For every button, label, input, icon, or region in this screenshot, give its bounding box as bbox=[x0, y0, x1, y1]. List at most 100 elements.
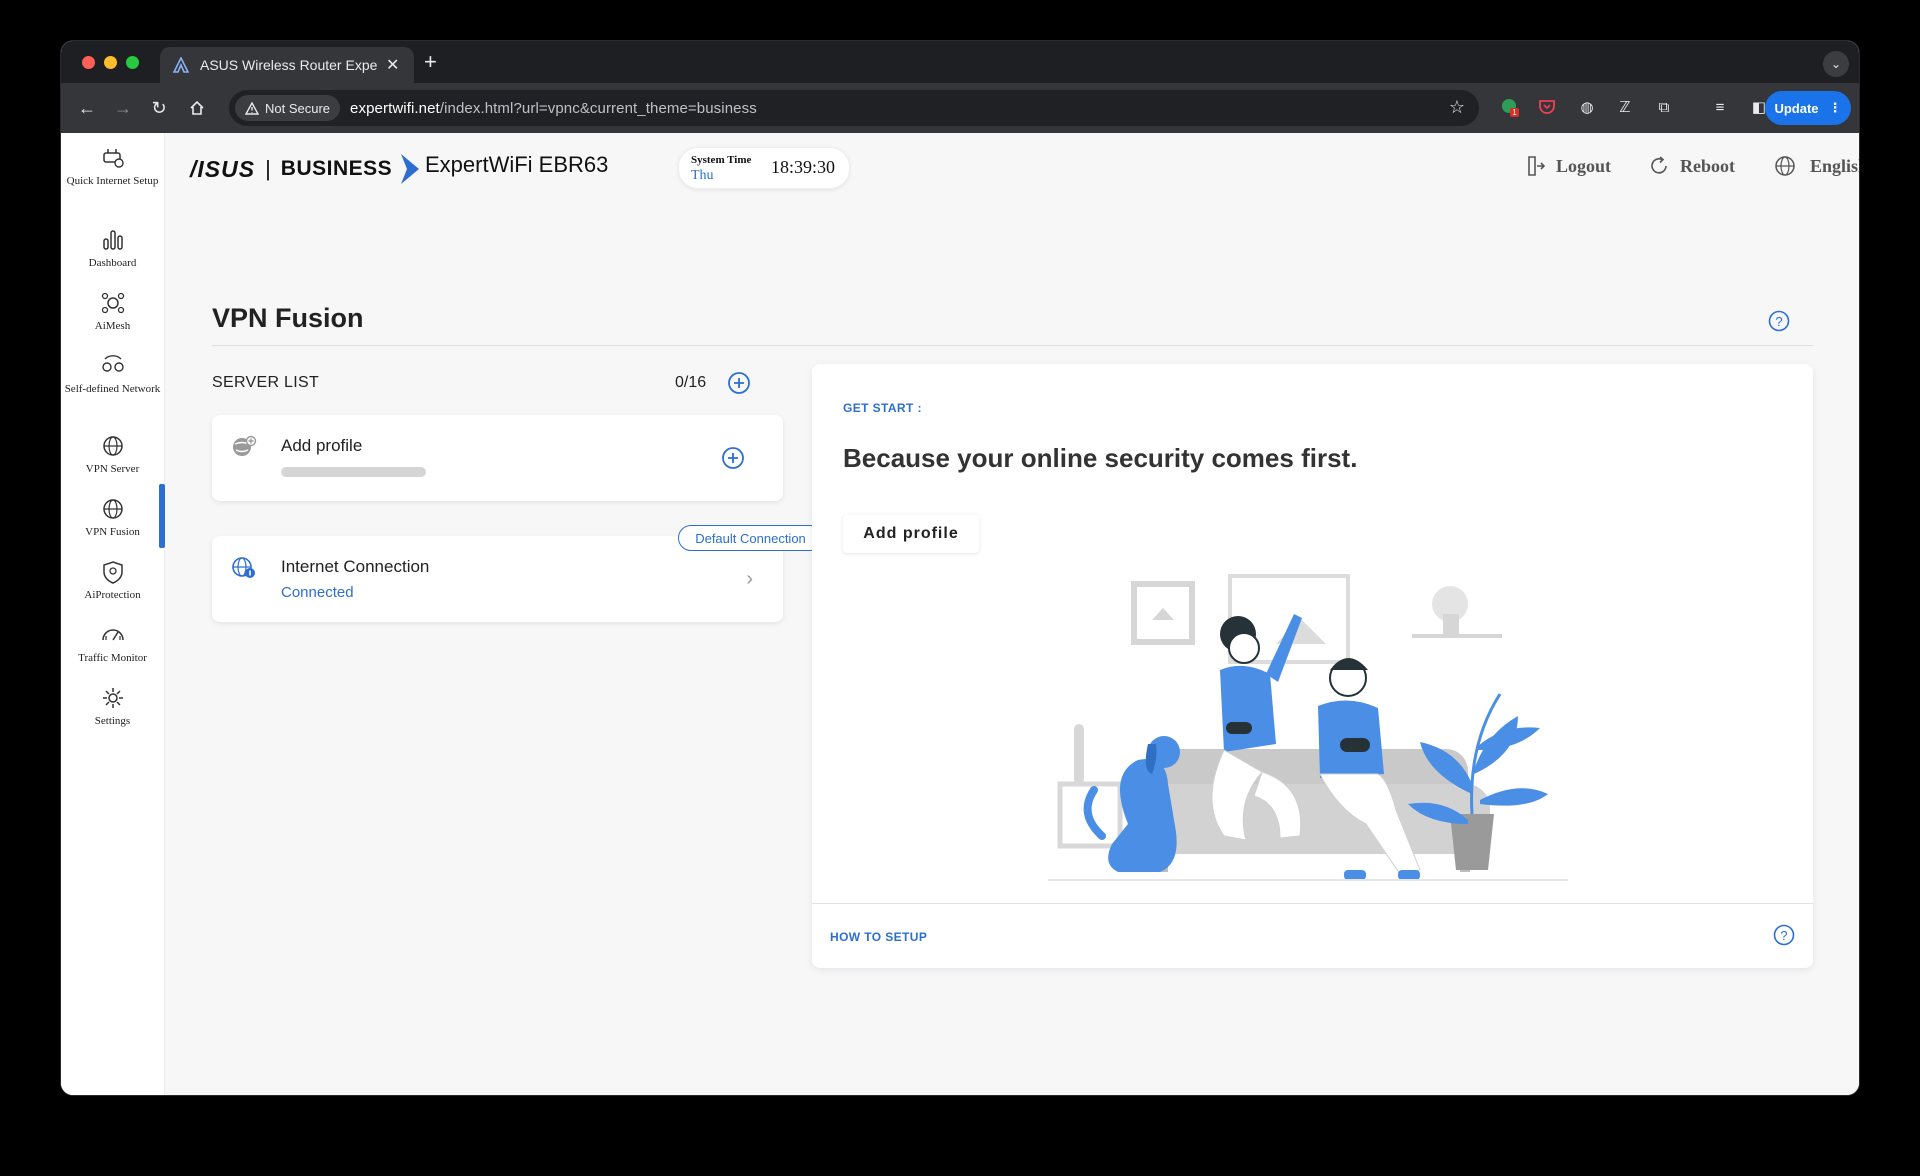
help-icon[interactable]: ? bbox=[1773, 924, 1795, 946]
mesh-icon bbox=[101, 292, 124, 314]
add-profile-card[interactable]: Add profile bbox=[212, 415, 783, 501]
server-count: 0/16 bbox=[675, 374, 707, 391]
router-setup-icon bbox=[102, 149, 124, 168]
logo-asus: /ISUS bbox=[190, 155, 256, 182]
browser-window: ASUS Wireless Router Exper ✕ + ⌄ ← → ↻ N… bbox=[61, 41, 1859, 1095]
translate-extension-icon[interactable]: ℤ bbox=[1614, 96, 1636, 118]
shield-icon bbox=[102, 561, 123, 584]
address-bar[interactable]: Not Secure expertwifi.net/index.html?url… bbox=[229, 90, 1479, 126]
add-profile-button[interactable]: Add profile bbox=[843, 515, 979, 553]
maximize-window-button[interactable] bbox=[126, 56, 139, 69]
nav-traffic-monitor[interactable]: Traffic Monitor bbox=[61, 622, 164, 667]
default-connection-badge: Default Connection bbox=[678, 525, 823, 551]
extension-green-icon[interactable]: 1 bbox=[1499, 96, 1521, 118]
svg-text:?: ? bbox=[1780, 928, 1787, 943]
logout-icon bbox=[1528, 156, 1546, 176]
system-time-label: System Time bbox=[691, 154, 752, 166]
gear-icon bbox=[102, 688, 123, 708]
speedometer-icon bbox=[101, 629, 124, 641]
nav-label: AiMesh bbox=[94, 320, 131, 332]
help-icon[interactable]: ? bbox=[1768, 310, 1790, 332]
browser-toolbar: ← → ↻ Not Secure expertwifi.net/index.ht… bbox=[61, 83, 1859, 133]
globe-icon bbox=[1775, 156, 1795, 176]
logo-separator: | bbox=[265, 156, 271, 181]
puzzle-extensions-icon[interactable]: ⧉ bbox=[1653, 96, 1675, 118]
warning-icon bbox=[245, 101, 259, 115]
browser-tab[interactable]: ASUS Wireless Router Exper ✕ bbox=[160, 47, 414, 83]
page-title: VPN Fusion bbox=[212, 303, 364, 333]
nav-label: Quick Internet Setup bbox=[66, 175, 159, 187]
reload-icon[interactable]: ↻ bbox=[146, 95, 172, 121]
placeholder-bar bbox=[281, 467, 426, 477]
vpn-fusion-icon bbox=[102, 499, 123, 519]
kebab-menu-icon: ⋮ bbox=[1828, 100, 1842, 115]
connection-status: Connected bbox=[281, 584, 354, 601]
network-icon bbox=[101, 355, 124, 372]
nav-self-defined-network[interactable]: Self-defined Network bbox=[61, 353, 164, 398]
get-start-panel: GET START : Because your online security… bbox=[812, 364, 1813, 968]
logout-label: Logout bbox=[1556, 155, 1612, 176]
nav-dashboard[interactable]: Dashboard bbox=[61, 227, 164, 272]
update-label: Update bbox=[1774, 100, 1819, 116]
add-profile-icon[interactable] bbox=[721, 446, 745, 470]
reboot-icon bbox=[1651, 156, 1667, 174]
nav-aiprotection[interactable]: AiProtection bbox=[61, 559, 164, 604]
logo-chevron-icon bbox=[401, 154, 420, 184]
home-icon[interactable] bbox=[184, 95, 210, 121]
title-divider bbox=[212, 345, 1813, 346]
get-start-label: GET START : bbox=[843, 401, 922, 415]
nav-label: VPN Server bbox=[85, 463, 140, 475]
tab-strip: ASUS Wireless Router Exper ✕ + ⌄ bbox=[61, 41, 1859, 83]
nav-label: AiProtection bbox=[84, 589, 141, 601]
nav-vpn-fusion[interactable]: VPN Fusion bbox=[61, 484, 165, 548]
not-secure-label: Not Secure bbox=[265, 100, 331, 116]
tab-title: ASUS Wireless Router Exper bbox=[200, 57, 378, 73]
minimize-window-button[interactable] bbox=[104, 56, 117, 69]
nav-label: Self-defined Network bbox=[64, 383, 161, 395]
reboot-label: Reboot bbox=[1680, 155, 1735, 176]
nav-label: Settings bbox=[94, 715, 131, 727]
nav-aimesh[interactable]: AiMesh bbox=[61, 290, 164, 335]
logo-business: BUSINESS bbox=[280, 157, 393, 180]
router-header: /ISUS | BUSINESS ExpertWiFi EBR63 System… bbox=[164, 133, 1859, 203]
side-navigation: Quick Internet Setup Dashboard AiMesh Se… bbox=[61, 133, 165, 1095]
panel-headline: Because your online security comes first… bbox=[843, 443, 1358, 473]
logout-button[interactable]: Logout bbox=[1526, 155, 1611, 177]
nav-label: Traffic Monitor bbox=[78, 652, 147, 664]
reading-list-icon[interactable]: ≡ bbox=[1709, 96, 1731, 118]
nav-label: Dashboard bbox=[88, 257, 137, 269]
asus-business-logo[interactable]: /ISUS | BUSINESS bbox=[190, 151, 422, 187]
tab-search-icon[interactable]: ⌄ bbox=[1823, 51, 1849, 77]
bookmark-star-icon[interactable]: ☆ bbox=[1449, 97, 1465, 118]
nav-quick-internet-setup[interactable]: Quick Internet Setup bbox=[61, 145, 164, 190]
globe-plus-icon bbox=[233, 435, 257, 456]
update-button[interactable]: Update ⋮ bbox=[1765, 91, 1851, 125]
reboot-button[interactable]: Reboot bbox=[1648, 155, 1735, 177]
svg-text:1: 1 bbox=[1512, 108, 1517, 117]
not-secure-chip[interactable]: Not Secure bbox=[235, 95, 341, 121]
close-tab-icon[interactable]: ✕ bbox=[386, 55, 399, 75]
language-selector[interactable]: English ▼ bbox=[1774, 155, 1859, 177]
system-day: Thu bbox=[691, 168, 714, 183]
nav-vpn-server[interactable]: VPN Server bbox=[61, 433, 164, 478]
forward-arrow-icon[interactable]: → bbox=[110, 95, 136, 121]
new-tab-button[interactable]: + bbox=[424, 49, 437, 75]
router-model: ExpertWiFi EBR63 bbox=[425, 152, 609, 177]
globe-extension-icon[interactable]: ◍ bbox=[1576, 96, 1598, 118]
back-arrow-icon[interactable]: ← bbox=[74, 95, 100, 121]
panel-divider bbox=[812, 903, 1813, 904]
router-page: Quick Internet Setup Dashboard AiMesh Se… bbox=[61, 133, 1859, 1095]
nav-settings[interactable]: Settings bbox=[61, 685, 164, 730]
pocket-icon[interactable] bbox=[1536, 96, 1558, 118]
people-gaming-illustration bbox=[1048, 574, 1568, 881]
close-window-button[interactable] bbox=[82, 56, 95, 69]
url-host: expertwifi.net bbox=[350, 99, 440, 117]
chevron-right-icon[interactable]: › bbox=[746, 568, 753, 591]
vpn-globe-icon bbox=[102, 436, 123, 456]
add-server-icon[interactable] bbox=[727, 371, 751, 395]
language-label: English bbox=[1810, 155, 1859, 176]
system-time-widget: System Time Thu 18:39:30 bbox=[678, 147, 850, 189]
url-text[interactable]: expertwifi.net/index.html?url=vpnc&curre… bbox=[350, 100, 757, 117]
how-to-setup-link[interactable]: HOW TO SETUP bbox=[830, 930, 927, 944]
internet-card-title: Internet Connection bbox=[281, 557, 430, 576]
